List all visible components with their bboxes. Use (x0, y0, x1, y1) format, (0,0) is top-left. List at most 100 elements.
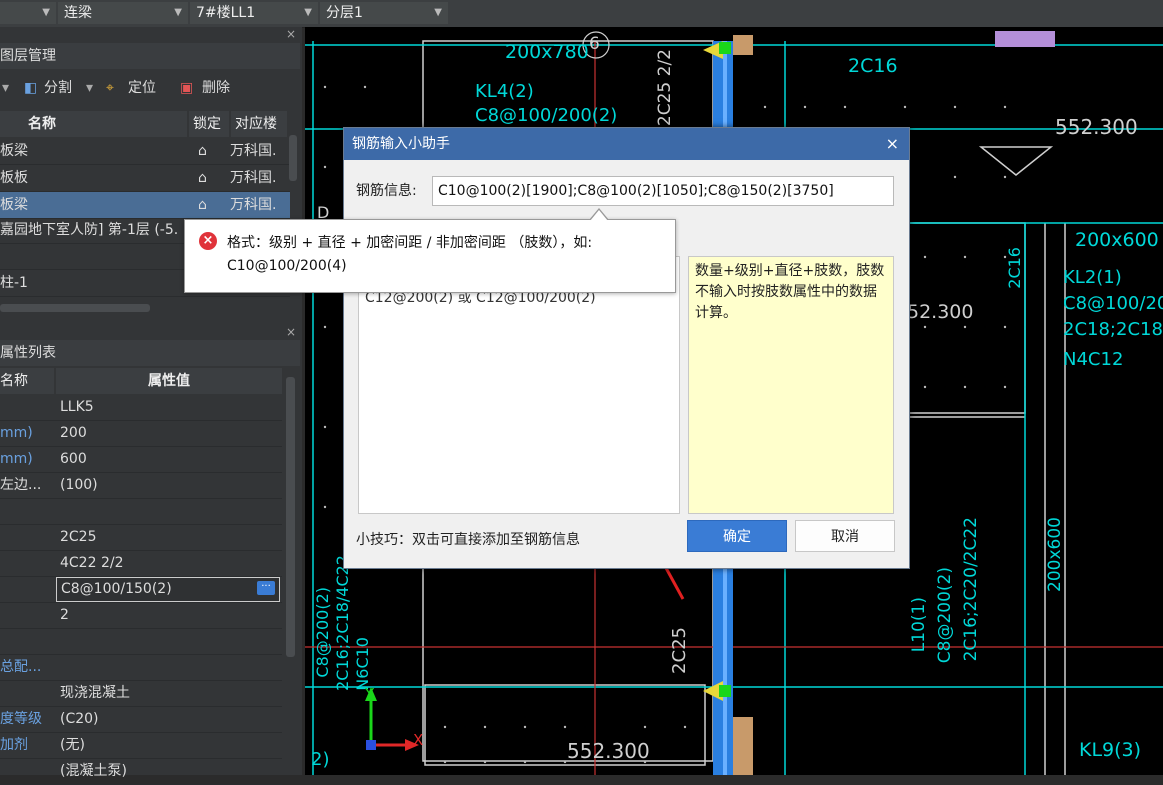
cad-label: 2) (311, 749, 330, 770)
col-floor-header: 对应楼 (231, 111, 287, 137)
layer-value: 分层1 (326, 5, 363, 21)
cad-label: 200x600 (1045, 517, 1065, 592)
prop-name-header: 名称 (0, 368, 54, 394)
cancel-button[interactable]: 取消 (795, 520, 895, 552)
cad-label: KL4(2) (475, 81, 534, 102)
format-error-tooltip: × 格式：级别 + 直径 + 加密间距 / 非加密间距 （肢数），如: C10@… (184, 208, 676, 293)
close-icon[interactable]: × (286, 325, 296, 339)
cad-label: C8@200(2) (313, 587, 332, 678)
axis-number: 6 (589, 34, 600, 54)
lock-icon[interactable]: ⌂ (198, 192, 207, 218)
layer-scrollbar[interactable] (289, 135, 297, 181)
elevation-label: 552.300 (1055, 115, 1138, 139)
stirrup-field[interactable]: C8@100/150(2) ··· (56, 577, 280, 602)
list-item[interactable]: 4C22 2/2 (0, 550, 282, 577)
dialog-title-bar[interactable]: 钢筋输入小助手 × (344, 128, 909, 160)
rebar-info-input[interactable] (432, 176, 894, 206)
delete-icon: ▣ (180, 80, 194, 96)
chevron-down-icon[interactable]: ▾ (86, 73, 93, 103)
elevation-label: 552.300 (567, 739, 650, 763)
floor-combo[interactable]: ▼ (0, 2, 56, 24)
list-item[interactable] (0, 628, 282, 655)
element-type-value: 连梁 (64, 5, 92, 21)
cad-label: C8@100/200 (1063, 293, 1163, 314)
lock-icon[interactable]: ⌂ (198, 165, 207, 191)
tooltip-example: C10@100/200(4) (227, 258, 347, 274)
list-item[interactable]: 2C25 (0, 524, 282, 551)
element-name-value: 7#楼LL1 (196, 5, 256, 21)
help-text: 数量+级别+直径+肢数，肢数不输入时按肢数属性中的数据计算。 (695, 263, 885, 321)
list-item[interactable]: 现浇混凝土 (0, 680, 282, 707)
chevron-down-icon: ▼ (304, 7, 312, 18)
error-icon: × (199, 232, 217, 250)
cad-label: 2C25 (669, 627, 690, 674)
left-panel: 图层管理 × ▾ ◧ 分割 ▾ ⌖ 定位 ▣ 删除 名称 锁定 对应楼 板梁 ⌂… (0, 27, 302, 785)
cad-label: N4C12 (1063, 349, 1124, 370)
cad-label: 2C25 2/2 (655, 49, 675, 127)
element-type-combo[interactable]: 连梁 ▼ (58, 2, 188, 24)
cad-label: C8@200(2) (935, 567, 955, 664)
table-row[interactable]: 板梁 ⌂ 万科国. (0, 192, 290, 219)
cad-label: 2C16;2C18/4C22 (333, 555, 352, 691)
list-item[interactable]: (混凝土泵) (0, 758, 282, 785)
lock-icon[interactable]: ⌂ (198, 138, 207, 164)
cad-label: C8@100/200(2) (475, 105, 618, 126)
ok-button[interactable]: 确定 (687, 520, 787, 552)
col-name-header: 名称 (0, 111, 187, 137)
rebar-info-label: 钢筋信息: (356, 183, 417, 199)
list-item[interactable]: 2 (0, 602, 282, 629)
list-item[interactable]: 总配... (0, 654, 282, 681)
prop-panel-title: 属性列表 (0, 340, 300, 366)
list-item[interactable]: 加剂 (无) (0, 732, 282, 759)
chevron-down-icon: ▼ (434, 7, 442, 18)
table-row[interactable]: 板板 ⌂ 万科国. (0, 165, 290, 192)
example-list[interactable]: C12@200(2) 或 C12@100/200(2) (358, 256, 680, 514)
cad-label: KL9(3) (1079, 739, 1142, 761)
prop-scrollbar[interactable] (286, 377, 295, 657)
chevron-down-icon: ▼ (174, 7, 182, 18)
list-item[interactable]: mm) 200 (0, 420, 282, 447)
cad-label: 200x600 (1075, 229, 1159, 251)
cad-label: 2C16;2C20/2C22 (961, 517, 981, 662)
prop-value-header: 属性值 (56, 368, 282, 394)
close-icon[interactable]: × (886, 128, 899, 160)
cad-label: L10(1) (909, 597, 929, 653)
help-box: 数量+级别+直径+肢数，肢数不输入时按肢数属性中的数据计算。 (688, 256, 894, 514)
table-row[interactable]: 板梁 ⌂ 万科国. (0, 138, 290, 165)
layer-toolbar: ▾ ◧ 分割 ▾ ⌖ 定位 ▣ 删除 (0, 73, 300, 103)
tip-text: 小技巧：双击可直接添加至钢筋信息 (356, 532, 580, 548)
tooltip-text: 格式：级别 + 直径 + 加密间距 / 非加密间距 （肢数），如: (227, 235, 593, 251)
cad-label: 200x780 (505, 41, 589, 63)
y-axis-label: Y (365, 685, 375, 703)
cad-label: KL2(1) (1063, 267, 1122, 288)
split-icon: ◧ (24, 80, 38, 96)
list-item[interactable]: 度等级 (C20) (0, 706, 282, 733)
cad-label: 2C16 (1005, 247, 1024, 289)
locate-button[interactable]: 定位 (128, 73, 156, 103)
list-item[interactable]: mm) 600 (0, 446, 282, 473)
cad-label: 2C16 (848, 55, 898, 77)
col-lock-header: 锁定 (189, 111, 229, 137)
x-axis-label: X (413, 731, 424, 749)
split-button[interactable]: 分割 (44, 73, 72, 103)
element-name-combo[interactable]: 7#楼LL1 ▼ (190, 2, 318, 24)
chevron-down-icon: ▼ (42, 7, 50, 18)
cad-label: 2C18;2C18/ (1063, 319, 1163, 340)
dialog-title: 钢筋输入小助手 (352, 136, 450, 152)
list-item[interactable]: LLK5 (0, 394, 282, 421)
locate-icon: ⌖ (106, 80, 114, 96)
cad-label: N6C10 (353, 637, 372, 691)
list-item[interactable] (0, 498, 282, 525)
list-item[interactable]: C8@100/150(2) ··· (0, 576, 282, 603)
list-item[interactable]: 左边... (100) (0, 472, 282, 499)
chevron-down-icon[interactable]: ▾ (2, 73, 9, 103)
close-icon[interactable]: × (286, 27, 296, 41)
layer-hscrollbar[interactable] (0, 304, 150, 312)
more-icon[interactable]: ··· (257, 581, 275, 595)
delete-button[interactable]: 删除 (202, 73, 230, 103)
rebar-input-dialog: 钢筋输入小助手 × 钢筋信息: C12@200(2) 或 C12@100/200… (343, 127, 910, 569)
layer-combo[interactable]: 分层1 ▼ (320, 2, 448, 24)
layer-panel-title: 图层管理 (0, 43, 300, 69)
top-toolbar: ▼ 连梁 ▼ 7#楼LL1 ▼ 分层1 ▼ (0, 0, 1163, 28)
elevation-label: 52.300 (907, 301, 974, 323)
